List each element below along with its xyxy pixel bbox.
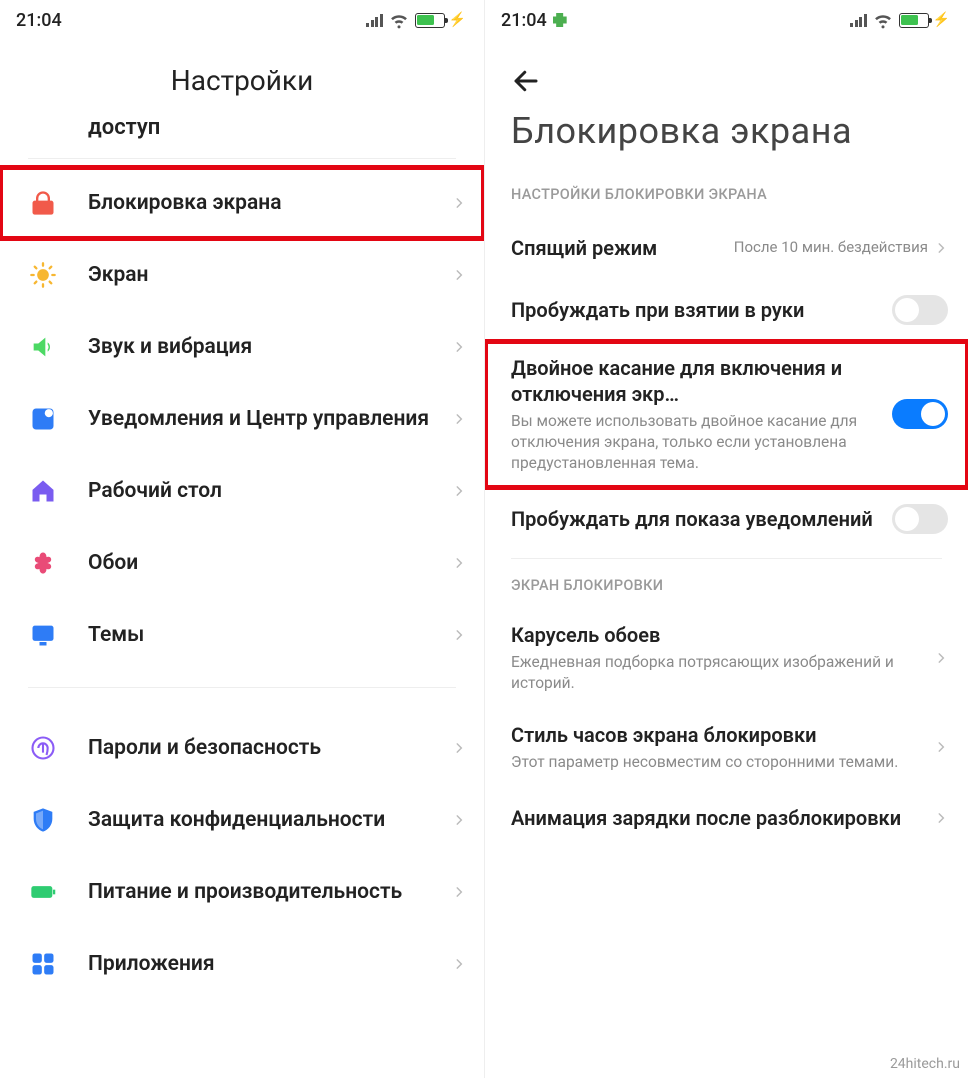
settings-row-label: Звук и вибрация — [88, 334, 452, 360]
signal-icon — [366, 13, 383, 27]
option-row[interactable]: Спящий режим После 10 мин. бездействия — [485, 217, 968, 279]
flower-icon — [28, 548, 58, 578]
chevron-right-icon — [452, 624, 466, 646]
chevron-right-icon — [452, 264, 466, 286]
option-title: Анимация зарядки после разблокировки — [511, 805, 924, 831]
toggle-switch[interactable] — [892, 295, 948, 325]
status-time: 21:04 — [501, 10, 547, 31]
section-header: НАСТРОЙКИ БЛОКИРОВКИ ЭКРАНА — [485, 176, 968, 217]
option-row[interactable]: Пробуждать при взятии в руки — [485, 279, 968, 341]
back-arrow-icon — [511, 66, 968, 96]
toggle-switch[interactable] — [892, 504, 948, 534]
settings-row-label: Экран — [88, 262, 452, 288]
chevron-right-icon — [452, 480, 466, 502]
themes-icon — [28, 620, 58, 650]
settings-row-themes[interactable]: Темы — [0, 599, 484, 671]
option-row[interactable]: Анимация зарядки после разблокировки — [485, 787, 968, 849]
status-bar: 21:04 ⚡ — [485, 0, 968, 40]
option-title: Двойное касание для включения и отключен… — [511, 355, 882, 407]
divider — [28, 687, 456, 688]
option-subtitle: Ежедневная подборка потрясающих изображе… — [511, 652, 924, 694]
option-subtitle: Вы можете использовать двойное касание д… — [511, 411, 882, 474]
chevron-right-icon — [452, 809, 466, 831]
option-title: Стиль часов экрана блокировки — [511, 722, 924, 748]
phone-right: 21:04 ⚡ Блокировка экрана НАСТРОЙКИ БЛОК… — [484, 0, 968, 1078]
section-header: ЭКРАН БЛОКИРОВКИ — [485, 567, 968, 608]
settings-row-fingerprint[interactable]: Пароли и безопасность — [0, 712, 484, 784]
prev-row-fragment[interactable]: доступ — [0, 115, 484, 158]
chevron-right-icon — [452, 881, 466, 903]
chevron-right-icon — [934, 237, 948, 259]
option-title: Карусель обоев — [511, 622, 924, 648]
divider — [511, 558, 942, 559]
settings-row-home[interactable]: Рабочий стол — [0, 455, 484, 527]
apps-icon — [28, 949, 58, 979]
chevron-right-icon — [934, 736, 948, 758]
option-title: Спящий режим — [511, 235, 724, 261]
settings-row-notifications[interactable]: Уведомления и Центр управления — [0, 383, 484, 455]
chevron-right-icon — [452, 408, 466, 430]
chevron-right-icon — [934, 647, 948, 669]
settings-row-battery-setting[interactable]: Питание и производительность — [0, 856, 484, 928]
bolt-icon: ⚡ — [933, 12, 950, 28]
option-row[interactable]: Двойное касание для включения и отключен… — [485, 341, 968, 488]
phone-left: 21:04 ⚡ Настройки доступ Блокировка экра… — [0, 0, 484, 1078]
chevron-right-icon — [452, 192, 466, 214]
lockscreen-options-list: Карусель обоев Ежедневная подборка потряс… — [485, 608, 968, 849]
page-title: Настройки — [0, 40, 484, 115]
option-title: Пробуждать при взятии в руки — [511, 297, 882, 323]
status-bar: 21:04 ⚡ — [0, 0, 484, 40]
shield-icon — [28, 805, 58, 835]
settings-row-label: Приложения — [88, 951, 452, 977]
watermark: 24hitech.ru — [890, 1056, 960, 1072]
settings-row-label: Темы — [88, 622, 452, 648]
settings-row-label: Блокировка экрана — [88, 190, 452, 216]
chevron-right-icon — [452, 336, 466, 358]
option-subtitle: Этот параметр несовместим со сторонними … — [511, 752, 924, 773]
option-value: После 10 мин. бездействия — [734, 238, 928, 258]
page-title: Блокировка экрана — [485, 100, 968, 176]
settings-list: Блокировка экрана Экран Звук и вибрация Уве… — [0, 159, 484, 671]
battery-setting-icon — [28, 877, 58, 907]
settings-row-label: Пароли и безопасность — [88, 735, 452, 761]
option-title: Пробуждать для показа уведомлений — [511, 506, 882, 532]
chevron-right-icon — [452, 737, 466, 759]
wifi-icon — [873, 10, 893, 30]
fingerprint-icon — [28, 733, 58, 763]
settings-row-sun[interactable]: Экран — [0, 239, 484, 311]
battery-icon — [415, 13, 445, 28]
settings-row-label: Питание и производительность — [88, 879, 452, 905]
bolt-icon: ⚡ — [449, 12, 466, 28]
settings-row-label: Защита конфиденциальности — [88, 807, 452, 833]
settings-row-apps[interactable]: Приложения — [0, 928, 484, 1000]
option-row[interactable]: Пробуждать для показа уведомлений — [485, 488, 968, 550]
lock-options-list: Спящий режим После 10 мин. бездействия Про… — [485, 217, 968, 550]
lock-icon — [28, 188, 58, 218]
chevron-right-icon — [934, 807, 948, 829]
sun-icon — [28, 260, 58, 290]
back-button[interactable] — [485, 40, 968, 100]
settings-row-label: Рабочий стол — [88, 478, 452, 504]
option-row[interactable]: Стиль часов экрана блокировки Этот параме… — [485, 708, 968, 787]
signal-icon — [850, 13, 867, 27]
notifications-icon — [28, 404, 58, 434]
chevron-right-icon — [452, 953, 466, 975]
toggle-switch[interactable] — [892, 399, 948, 429]
wifi-icon — [389, 10, 409, 30]
speaker-icon — [28, 332, 58, 362]
puzzle-icon — [553, 13, 567, 27]
settings-row-label: Обои — [88, 550, 452, 576]
battery-icon — [899, 13, 929, 28]
settings-row-shield[interactable]: Защита конфиденциальности — [0, 784, 484, 856]
settings-row-flower[interactable]: Обои — [0, 527, 484, 599]
settings-row-label: Уведомления и Центр управления — [88, 406, 452, 432]
settings-row-lock[interactable]: Блокировка экрана — [0, 167, 484, 239]
chevron-right-icon — [452, 552, 466, 574]
home-icon — [28, 476, 58, 506]
option-row[interactable]: Карусель обоев Ежедневная подборка потряс… — [485, 608, 968, 708]
settings-list-2: Пароли и безопасность Защита конфиденциал… — [0, 704, 484, 1000]
settings-row-speaker[interactable]: Звук и вибрация — [0, 311, 484, 383]
status-time: 21:04 — [16, 10, 62, 31]
